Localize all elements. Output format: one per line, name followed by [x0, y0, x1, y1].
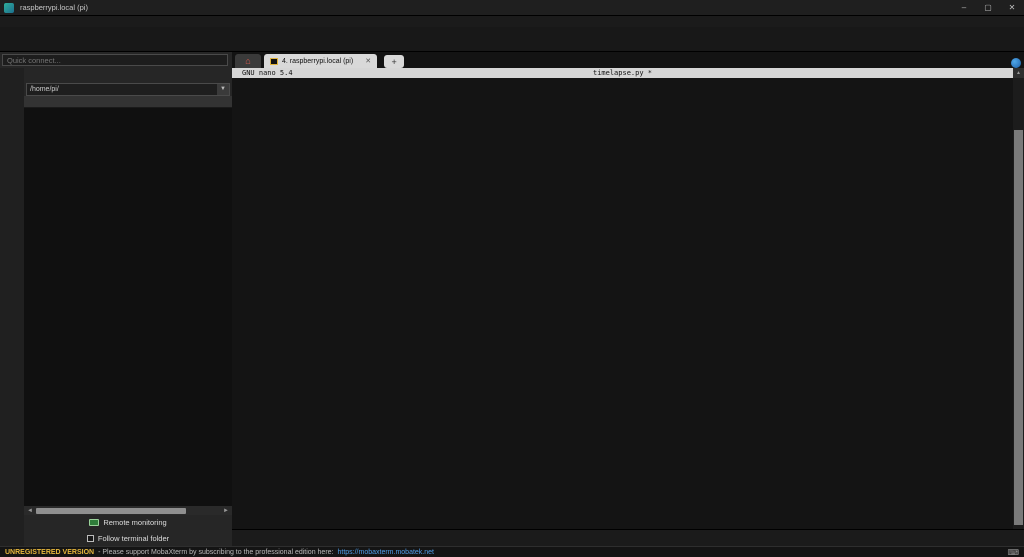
window-titlebar: raspberrypi.local (pi) – ▢ ✕ [0, 0, 1024, 16]
keyboard-icon: ⌨ [1007, 548, 1019, 557]
follow-terminal-folder[interactable]: Follow terminal folder [24, 530, 232, 546]
active-session-tab[interactable]: 4. raspberrypi.local (pi) ✕ [264, 54, 377, 68]
nano-filename: timelapse.py * [232, 68, 1013, 78]
remote-monitoring-label: Remote monitoring [103, 518, 166, 527]
registration-footer: UNREGISTERED VERSION - Please support Mo… [0, 546, 1024, 557]
vertical-scrollbar-thumb[interactable] [1014, 130, 1023, 525]
path-dropdown-icon[interactable]: ▼ [217, 84, 229, 95]
scrollbar-thumb[interactable] [36, 508, 186, 514]
terminal-tab-bar: ⌂ 4. raspberrypi.local (pi) ✕ + [232, 52, 1024, 68]
quick-connect-input[interactable] [2, 54, 228, 66]
horizontal-scrollbar[interactable]: ◄ ► [24, 506, 232, 515]
maximize-button[interactable]: ▢ [976, 0, 1000, 15]
vertical-scrollbar[interactable]: ▲ [1013, 68, 1024, 529]
current-path: /home/pi/ [30, 86, 59, 93]
home-tab[interactable]: ⌂ [235, 54, 261, 68]
close-button[interactable]: ✕ [1000, 0, 1024, 15]
tab-close-icon[interactable]: ✕ [365, 57, 371, 65]
mobaxterm-badge-icon [1011, 58, 1021, 68]
follow-label: Follow terminal folder [98, 534, 169, 543]
new-tab-button[interactable]: + [384, 55, 404, 68]
sidebar: /home/pi/ ▼ ◄ ► Remote monitoring Follow… [0, 52, 232, 546]
nano-titlebar: GNU nano 5.4 timelapse.py * [232, 68, 1013, 78]
monitoring-status-bar [232, 529, 1024, 546]
sftp-toolbar [24, 68, 232, 83]
menu-bar [0, 16, 1024, 27]
monitor-icon [89, 519, 99, 526]
home-icon: ⌂ [245, 56, 250, 66]
terminal-area: ⌂ 4. raspberrypi.local (pi) ✕ + GNU nano… [232, 52, 1024, 546]
mobatek-link[interactable]: https://mobaxterm.mobatek.net [337, 549, 434, 556]
mobaxterm-logo-icon [4, 3, 14, 13]
terminal-screen[interactable]: GNU nano 5.4 timelapse.py * [232, 68, 1013, 529]
footer-message: - Please support MobaXterm by subscribin… [98, 549, 333, 556]
path-bar[interactable]: /home/pi/ ▼ [26, 83, 230, 96]
scroll-left-icon[interactable]: ◄ [26, 508, 34, 514]
scroll-up-icon[interactable]: ▲ [1013, 68, 1024, 78]
scroll-right-icon[interactable]: ► [222, 508, 230, 514]
window-title: raspberrypi.local (pi) [20, 3, 88, 12]
file-table [24, 108, 232, 506]
follow-checkbox[interactable] [87, 535, 94, 542]
mobaxterm-window: raspberrypi.local (pi) – ▢ ✕ /home/pi/ ▼… [0, 0, 1024, 557]
unregistered-label: UNREGISTERED VERSION [5, 549, 94, 556]
code-editor-content [232, 78, 1013, 85]
terminal-icon [270, 58, 278, 65]
file-table-header [24, 96, 232, 108]
minimize-button[interactable]: – [952, 0, 976, 15]
sidebar-tab-strip [0, 68, 24, 546]
session-tab-label: 4. raspberrypi.local (pi) [282, 58, 353, 65]
sftp-panel: /home/pi/ ▼ ◄ ► Remote monitoring Follow… [24, 68, 232, 546]
toolbar [0, 27, 1024, 52]
remote-monitoring-button[interactable]: Remote monitoring [24, 515, 232, 530]
